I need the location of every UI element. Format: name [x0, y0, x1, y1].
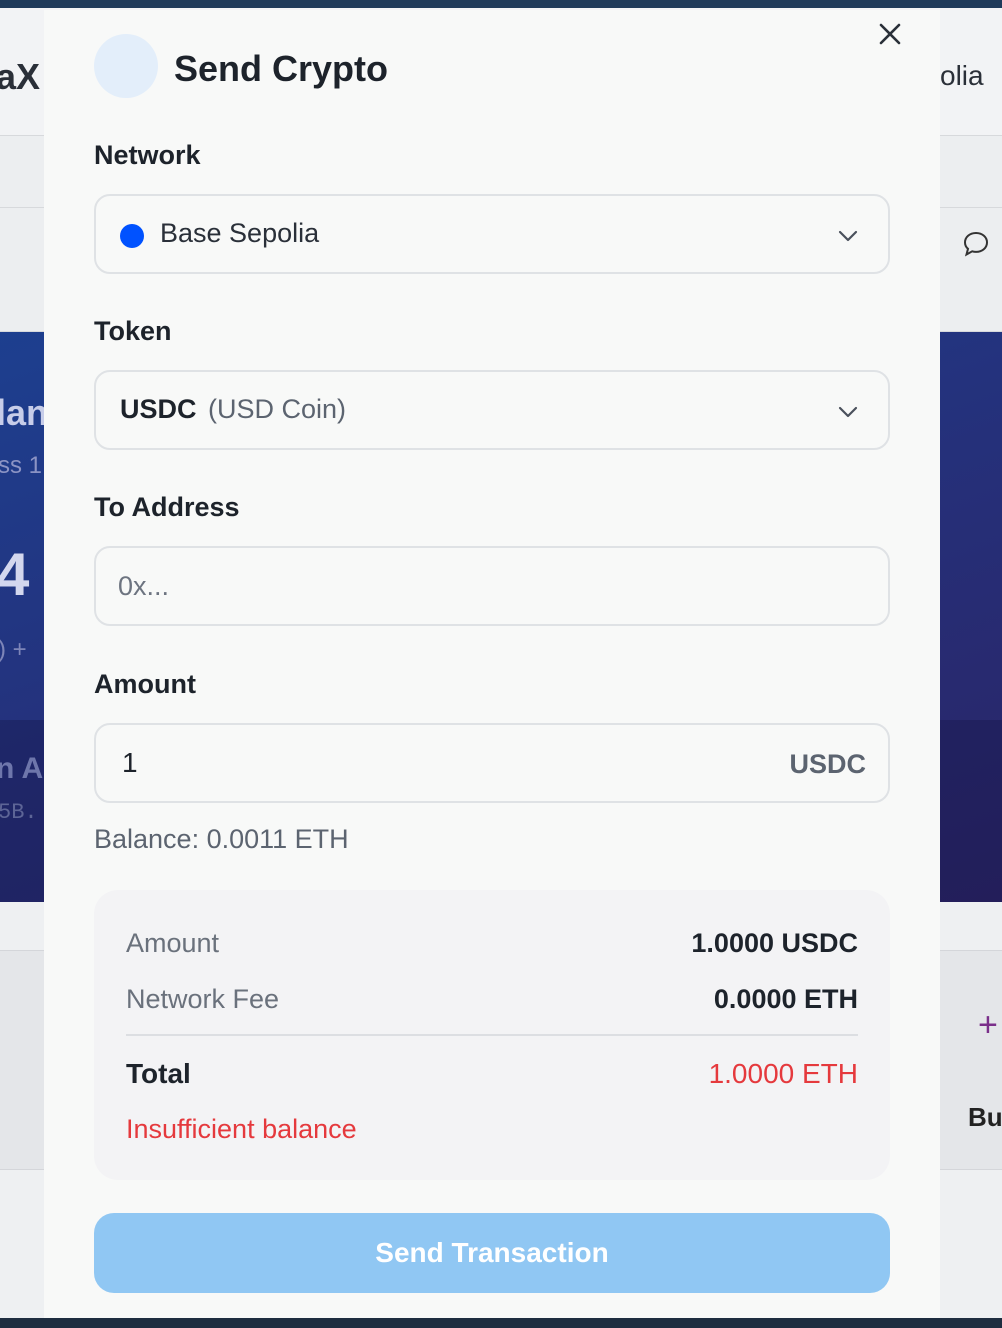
summary-fee-label: Network Fee [126, 984, 280, 1014]
token-symbol: USDC [120, 394, 197, 424]
background-app-title: aX [0, 56, 41, 97]
background-bottom-bar [0, 1318, 1002, 1328]
balance-text: Balance: 0.0011 ETH [94, 824, 349, 854]
summary-amount-label: Amount [126, 928, 220, 958]
background-action-label: Bu [968, 1102, 1002, 1132]
amount-label: Amount [94, 669, 196, 699]
close-icon[interactable] [876, 20, 904, 48]
send-crypto-modal: Send Crypto Network Base Sepolia Token U… [44, 10, 940, 1318]
amount-field[interactable]: 1 USDC [94, 723, 890, 803]
network-label: Network [94, 140, 201, 170]
plus-icon: + [978, 1006, 998, 1044]
summary-total-value: 1.0000 ETH [708, 1058, 858, 1089]
background-hero-text: ss 1 [0, 452, 43, 479]
transaction-summary: Amount 1.0000 USDC Network Fee 0.0000 ET… [94, 890, 890, 1180]
network-selected-value: Base Sepolia [160, 218, 320, 248]
summary-amount-value: 1.0000 USDC [691, 928, 858, 958]
background-hero-text: lan [0, 392, 49, 433]
send-transaction-button[interactable]: Send Transaction [94, 1213, 890, 1293]
chat-icon [963, 231, 989, 257]
background-hero-text: 4 [0, 541, 30, 608]
background-hero-text: ) + [0, 636, 27, 663]
to-address-input[interactable] [118, 568, 858, 604]
summary-divider [126, 1034, 858, 1036]
amount-input-value[interactable]: 1 [122, 747, 138, 779]
chevron-down-icon [838, 406, 858, 418]
summary-fee-value: 0.0000 ETH [713, 984, 858, 1014]
summary-total-label: Total [126, 1058, 191, 1089]
to-address-field [94, 546, 890, 626]
background-hero-text: 5B. [0, 800, 38, 825]
token-label: Token [94, 316, 172, 346]
insufficient-balance-error: Insufficient balance [126, 1114, 357, 1144]
network-dot-icon [120, 224, 144, 248]
token-select[interactable]: USDC (USD Coin) [94, 370, 890, 450]
token-name: (USD Coin) [208, 394, 347, 424]
chevron-down-icon [838, 230, 858, 242]
network-select[interactable]: Base Sepolia [94, 194, 890, 274]
to-address-label: To Address [94, 492, 240, 522]
modal-title: Send Crypto [174, 48, 389, 89]
background-top-bar [0, 0, 1002, 8]
token-avatar [94, 34, 158, 98]
background-network-label: olia [940, 60, 984, 91]
amount-unit: USDC [789, 749, 866, 779]
